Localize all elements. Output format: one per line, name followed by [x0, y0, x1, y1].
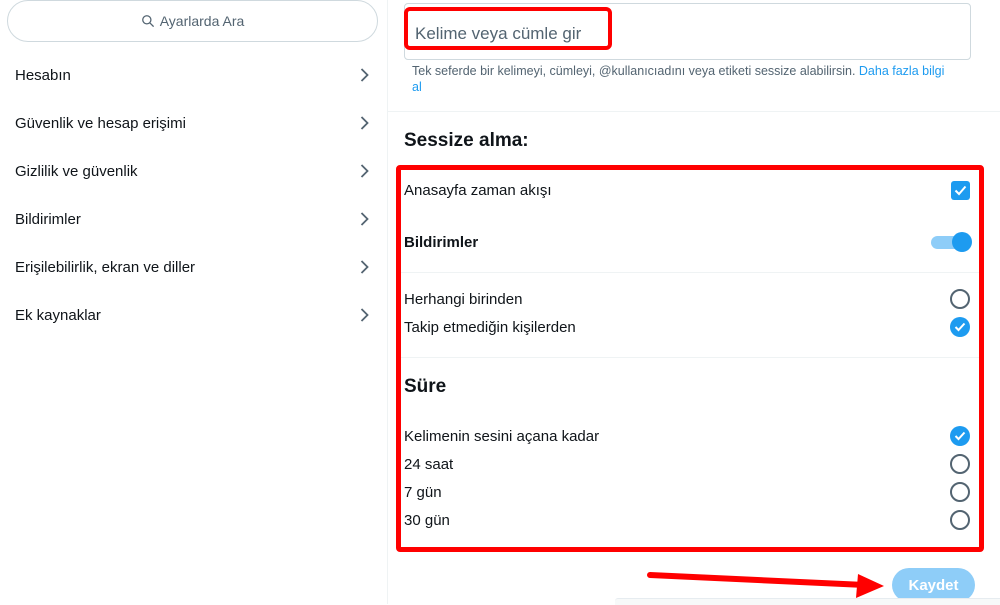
settings-sidebar: Ayarlarda Ara Hesabın Güvenlik ve hesap …	[0, 0, 388, 604]
mute-section-title: Sessize alma:	[404, 130, 529, 151]
chevron-right-icon	[360, 212, 369, 226]
sidebar-item-label: Erişilebilirlik, ekran ve diller	[15, 258, 196, 276]
search-icon	[141, 15, 154, 27]
save-button[interactable]: Kaydet	[892, 568, 975, 602]
search-placeholder: Ayarlarda Ara	[159, 13, 245, 29]
sidebar-item-security[interactable]: Güvenlik ve hesap erişimi	[0, 99, 387, 147]
settings-search-input[interactable]: Ayarlarda Ara	[7, 0, 378, 42]
sidebar-item-label: Bildirimler	[15, 210, 81, 228]
chevron-right-icon	[360, 116, 369, 130]
sidebar-item-notifications[interactable]: Bildirimler	[0, 195, 387, 243]
sidebar-item-account[interactable]: Hesabın	[0, 51, 387, 99]
chevron-right-icon	[360, 164, 369, 178]
sidebar-item-label: Ek kaynaklar	[15, 306, 101, 324]
sidebar-item-resources[interactable]: Ek kaynaklar	[0, 291, 387, 339]
annotation-highlight-options	[396, 165, 984, 552]
chevron-right-icon	[360, 260, 369, 274]
chevron-right-icon	[360, 68, 369, 82]
hint-text: Tek seferde bir kelimeyi, cümleyi, @kull…	[412, 64, 856, 78]
sidebar-item-label: Hesabın	[15, 66, 71, 84]
section-divider	[388, 111, 1000, 112]
sidebar-item-accessibility[interactable]: Erişilebilirlik, ekran ve diller	[0, 243, 387, 291]
sidebar-item-label: Güvenlik ve hesap erişimi	[15, 114, 186, 132]
mute-hint: Tek seferde bir kelimeyi, cümleyi, @kull…	[412, 63, 957, 95]
annotation-highlight-input	[404, 7, 612, 50]
sidebar-item-privacy[interactable]: Gizlilik ve güvenlik	[0, 147, 387, 195]
sidebar-item-label: Gizlilik ve güvenlik	[15, 162, 138, 180]
chevron-right-icon	[360, 308, 369, 322]
